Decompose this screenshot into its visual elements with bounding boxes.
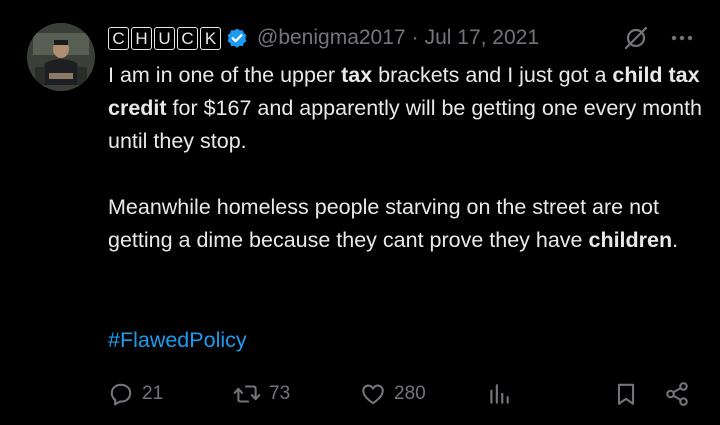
text-run: Meanwhile homeless people starving on th… bbox=[108, 195, 659, 252]
reply-button[interactable]: 21 bbox=[108, 376, 163, 412]
avatar[interactable] bbox=[27, 23, 95, 91]
header-separator: · bbox=[411, 26, 419, 49]
text-run: brackets and I just got a bbox=[372, 63, 613, 87]
name-letter: H bbox=[131, 26, 152, 50]
tweet: C H U C K @benigma2017 · Jul 17, 2021 I … bbox=[0, 0, 720, 425]
bookmark-icon bbox=[617, 383, 635, 405]
like-count: 280 bbox=[394, 383, 426, 404]
share-icon bbox=[666, 382, 688, 406]
share-button[interactable] bbox=[664, 376, 690, 412]
tweet-text: I am in one of the upper tax brackets an… bbox=[108, 59, 708, 257]
action-bar: 21 73 280 bbox=[108, 376, 698, 412]
text-run: . bbox=[672, 228, 679, 252]
reply-count: 21 bbox=[142, 383, 164, 404]
name-letter: K bbox=[200, 26, 221, 50]
retweet-count: 73 bbox=[269, 383, 291, 404]
bookmark-button[interactable] bbox=[613, 376, 639, 412]
tweet-date[interactable]: Jul 17, 2021 bbox=[425, 26, 539, 50]
views-icon bbox=[490, 384, 509, 404]
like-button[interactable]: 280 bbox=[360, 376, 426, 412]
name-letter: C bbox=[108, 26, 129, 50]
bold-text: children bbox=[588, 228, 673, 252]
grok-icon[interactable] bbox=[622, 24, 650, 52]
reply-icon bbox=[110, 383, 132, 406]
retweet-icon bbox=[233, 385, 261, 403]
avatar-image bbox=[27, 23, 95, 91]
author-handle[interactable]: @benigma2017 bbox=[257, 26, 406, 50]
name-letter: U bbox=[154, 26, 175, 50]
verified-badge-icon bbox=[227, 28, 247, 48]
bold-text: tax bbox=[341, 63, 373, 87]
retweet-button[interactable]: 73 bbox=[233, 376, 290, 412]
text-run: I am in one of the upper bbox=[108, 63, 342, 87]
like-icon bbox=[362, 384, 384, 405]
tweet-paragraph-1: I am in one of the upper tax brackets an… bbox=[108, 59, 708, 158]
more-icon[interactable] bbox=[668, 26, 696, 50]
tweet-header: C H U C K @benigma2017 · Jul 17, 2021 bbox=[108, 20, 708, 56]
name-letter: C bbox=[177, 26, 198, 50]
display-name[interactable]: C H U C K bbox=[108, 26, 221, 50]
hashtag-link[interactable]: #FlawedPolicy bbox=[108, 324, 247, 357]
text-run: for $167 and apparently will be getting … bbox=[108, 96, 703, 153]
views-button[interactable] bbox=[486, 376, 512, 412]
tweet-paragraph-2: Meanwhile homeless people starving on th… bbox=[108, 191, 708, 257]
